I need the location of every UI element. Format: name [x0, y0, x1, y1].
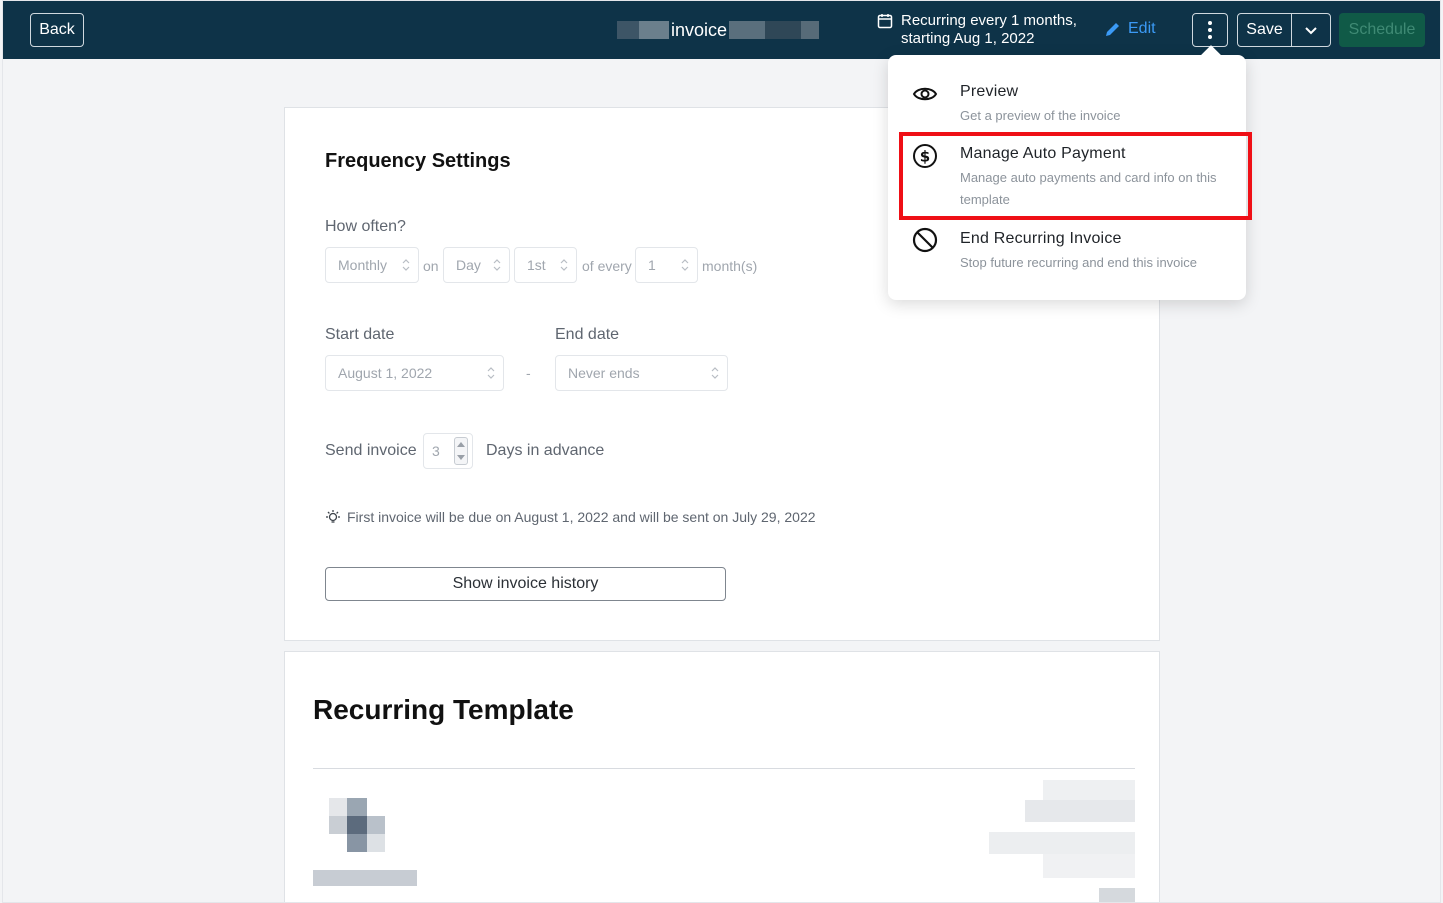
chevron-down-icon [1305, 26, 1317, 34]
template-heading: Recurring Template [313, 694, 574, 725]
ban-icon [912, 227, 938, 253]
redacted-block [765, 21, 802, 39]
interval-select-value: 1 [648, 257, 656, 273]
more-options-menu: Preview Get a preview of the invoice $ M… [888, 45, 1246, 300]
start-date-value: August 1, 2022 [338, 365, 433, 381]
first-invoice-tip: First invoice will be due on August 1, 2… [325, 509, 816, 525]
more-options-button[interactable] [1192, 13, 1228, 47]
date-range-separator: - [526, 365, 531, 381]
redacted-block [639, 21, 669, 39]
pencil-icon [1106, 22, 1119, 36]
menu-item-title: End Recurring Invoice [960, 230, 1122, 247]
ordinal-select-value: 1st [527, 257, 546, 273]
end-date-select[interactable]: Never ends [555, 355, 728, 391]
menu-item-title: Manage Auto Payment [960, 145, 1126, 162]
save-button[interactable]: Save [1238, 14, 1292, 46]
svg-text:$: $ [920, 148, 930, 166]
frequency-heading: Frequency Settings [325, 150, 511, 172]
frequency-select[interactable]: Monthly [325, 247, 419, 283]
sort-chevron-icon [493, 259, 501, 271]
send-invoice-label: Send invoice [325, 442, 417, 459]
save-button-group: Save [1237, 13, 1331, 47]
caret-down-icon [457, 455, 465, 460]
menu-item-end-recurring-invoice[interactable]: End Recurring Invoice Stop future recurr… [888, 221, 1246, 283]
sort-chevron-icon [711, 367, 719, 379]
caret-up-icon [457, 442, 465, 447]
edit-button[interactable]: Edit [1104, 20, 1156, 38]
day-select[interactable]: Day [443, 247, 510, 283]
redacted-block [617, 21, 639, 39]
sort-chevron-icon [681, 259, 689, 271]
recurring-template-card: Recurring Template [284, 651, 1160, 902]
recurrence-summary: Recurring every 1 months, starting Aug 1… [877, 12, 1077, 48]
sort-chevron-icon [560, 259, 568, 271]
stepper-arrows[interactable] [454, 437, 468, 465]
menu-item-title: Preview [960, 83, 1019, 100]
back-button[interactable]: Back [30, 13, 84, 47]
dollar-circle-icon: $ [913, 144, 937, 168]
sort-chevron-icon [487, 367, 495, 379]
schedule-button[interactable]: Schedule [1339, 13, 1425, 47]
sort-chevron-icon [402, 259, 410, 271]
app-window: Back invoice Recurring every 1 months, s… [2, 0, 1441, 903]
calendar-icon [877, 14, 893, 29]
menu-item-preview[interactable]: Preview Get a preview of the invoice [888, 75, 1246, 135]
recurrence-line-2: starting Aug 1, 2022 [901, 30, 1035, 47]
show-invoice-history-button[interactable]: Show invoice history [325, 567, 726, 601]
menu-item-description: Stop future recurring and end this invoi… [960, 255, 1198, 270]
lightbulb-icon [326, 510, 340, 523]
kebab-icon [1208, 21, 1212, 25]
start-date-label: Start date [325, 326, 395, 343]
redacted-address [989, 780, 1149, 902]
days-stepper[interactable]: 3 [423, 433, 473, 469]
start-date-select[interactable]: August 1, 2022 [325, 355, 504, 391]
menu-item-manage-auto-payment[interactable]: $ Manage Auto Payment Manage auto paymen… [888, 137, 1246, 217]
redacted-logo [313, 798, 417, 886]
frequency-select-value: Monthly [338, 257, 388, 273]
redacted-block [801, 21, 820, 39]
invoice-title: invoice [617, 19, 820, 41]
menu-item-description: Get a preview of the invoice [960, 108, 1121, 123]
tip-text: First invoice will be due on August 1, 2… [347, 509, 816, 525]
divider [313, 768, 1135, 769]
edit-label: Edit [1128, 20, 1156, 37]
ordinal-select[interactable]: 1st [514, 247, 577, 283]
how-often-label: How often? [325, 218, 406, 235]
eye-icon [912, 87, 938, 101]
on-text: on [423, 258, 439, 274]
day-select-value: Day [456, 257, 481, 273]
days-in-advance-label: Days in advance [486, 442, 605, 459]
unit-text: month(s) [702, 258, 758, 274]
save-options-button[interactable] [1292, 14, 1330, 46]
menu-item-description: Manage auto payments and card info on th… [960, 170, 1217, 207]
interval-select[interactable]: 1 [635, 247, 698, 283]
days-stepper-value: 3 [432, 443, 440, 459]
redacted-block [729, 21, 766, 39]
top-bar: Back invoice Recurring every 1 months, s… [3, 1, 1440, 59]
end-date-label: End date [555, 326, 620, 343]
invoice-title-text: invoice [671, 19, 728, 40]
of-every-text: of every [582, 258, 632, 274]
recurrence-line-1: Recurring every 1 months, [901, 12, 1077, 29]
end-date-value: Never ends [568, 365, 640, 381]
